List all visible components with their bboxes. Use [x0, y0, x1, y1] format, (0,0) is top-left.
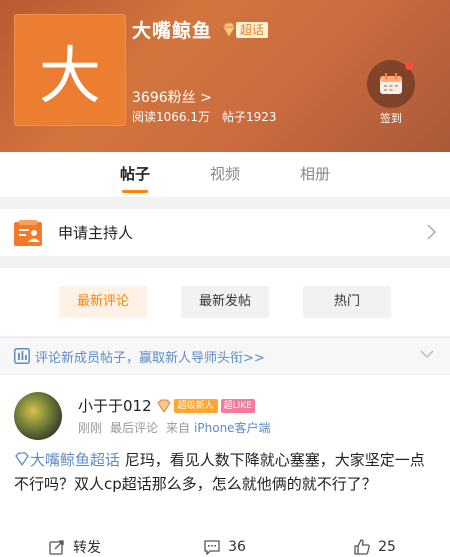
super-topic-badge: 超话 [220, 21, 269, 39]
like-count: 25 [378, 538, 396, 555]
avatar-char: 大 [38, 39, 101, 112]
post-actions: 转发 36 25 [0, 535, 450, 557]
title-row: 大嘴鲸鱼 超话 [132, 16, 269, 43]
chevron-down-icon[interactable] [420, 350, 434, 358]
author-row: 小于于012 超级新人 超LIKE [78, 395, 255, 416]
filter-hot[interactable]: 热门 [303, 286, 391, 318]
super-like-badge: 超LIKE [220, 398, 255, 413]
read-count: 阅读1066.1万 [132, 110, 210, 124]
post-time: 刚刚 [78, 421, 103, 435]
promo-text: 评论新成员帖子，赢取新人导师头衔>> [35, 350, 265, 366]
chevron-right-icon [427, 224, 436, 240]
fans-link[interactable]: 3696粉丝 > [132, 87, 212, 107]
tab-posts[interactable]: 帖子 [90, 152, 180, 197]
sort-filter-bar: 最新评论 最新发帖 热门 [0, 268, 450, 336]
filter-latest-post[interactable]: 最新发帖 [181, 286, 269, 318]
forward-icon [49, 539, 64, 555]
promo-banner[interactable]: 评论新成员帖子，赢取新人导师头衔>> [0, 337, 450, 374]
checkin-label[interactable]: 签到 [367, 110, 415, 126]
comment-count: 36 [228, 538, 246, 555]
forward-button[interactable]: 转发 [0, 535, 150, 557]
post-content[interactable]: 大嘴鲸鱼超话 尼玛，看见人数下降就心塞塞，大家坚定一点不行吗？双人cp超话那么多… [14, 448, 434, 496]
tab-bar: 帖子 视频 相册 [0, 152, 450, 197]
comment-button[interactable]: 36 [150, 535, 300, 557]
post-card[interactable]: 小于于012 超级新人 超LIKE 刚刚 最后评论 来自 iPhone客户端 大嘴鲸鱼… [0, 374, 450, 557]
topic-link-label: 大嘴鲸鱼超话 [30, 451, 121, 469]
tab-albums[interactable]: 相册 [270, 152, 360, 197]
topic-link[interactable]: 大嘴鲸鱼超话 [14, 451, 120, 469]
diamond-icon [156, 399, 171, 413]
promo-icon [14, 348, 30, 364]
apply-host-row[interactable]: 申请主持人 [0, 209, 450, 256]
super-topic-badge-label: 超话 [236, 21, 269, 38]
calendar-icon [380, 73, 402, 94]
comment-icon [204, 539, 220, 555]
apply-host-label: 申请主持人 [58, 224, 134, 242]
author-name[interactable]: 小于于012 [78, 395, 152, 416]
diamond-icon [15, 452, 29, 466]
post-client[interactable]: iPhone客户端 [194, 421, 271, 435]
like-icon [354, 538, 370, 555]
post-count: 帖子1923 [222, 110, 277, 124]
host-application-icon [14, 219, 42, 246]
forward-label: 转发 [73, 539, 101, 556]
tab-videos[interactable]: 视频 [180, 152, 270, 197]
topic-stats: 阅读1066.1万 帖子1923 [132, 108, 277, 125]
super-topic-header: 大 大嘴鲸鱼 超话 3696粉丝 > 阅读1066.1万 帖子1923 签到 [0, 0, 450, 152]
filter-latest-comment[interactable]: 最新评论 [59, 286, 147, 318]
checkin-button[interactable] [367, 60, 415, 108]
post-sort: 最后评论 [110, 421, 159, 435]
topic-avatar: 大 [14, 14, 126, 126]
post-source-prefix: 来自 [166, 421, 191, 435]
like-button[interactable]: 25 [300, 535, 450, 557]
post-meta: 刚刚 最后评论 来自 iPhone客户端 [78, 419, 271, 436]
avatar[interactable] [14, 392, 62, 440]
super-newbie-badge: 超级新人 [173, 398, 218, 413]
topic-title: 大嘴鲸鱼 [132, 20, 213, 42]
notification-dot [405, 62, 413, 70]
